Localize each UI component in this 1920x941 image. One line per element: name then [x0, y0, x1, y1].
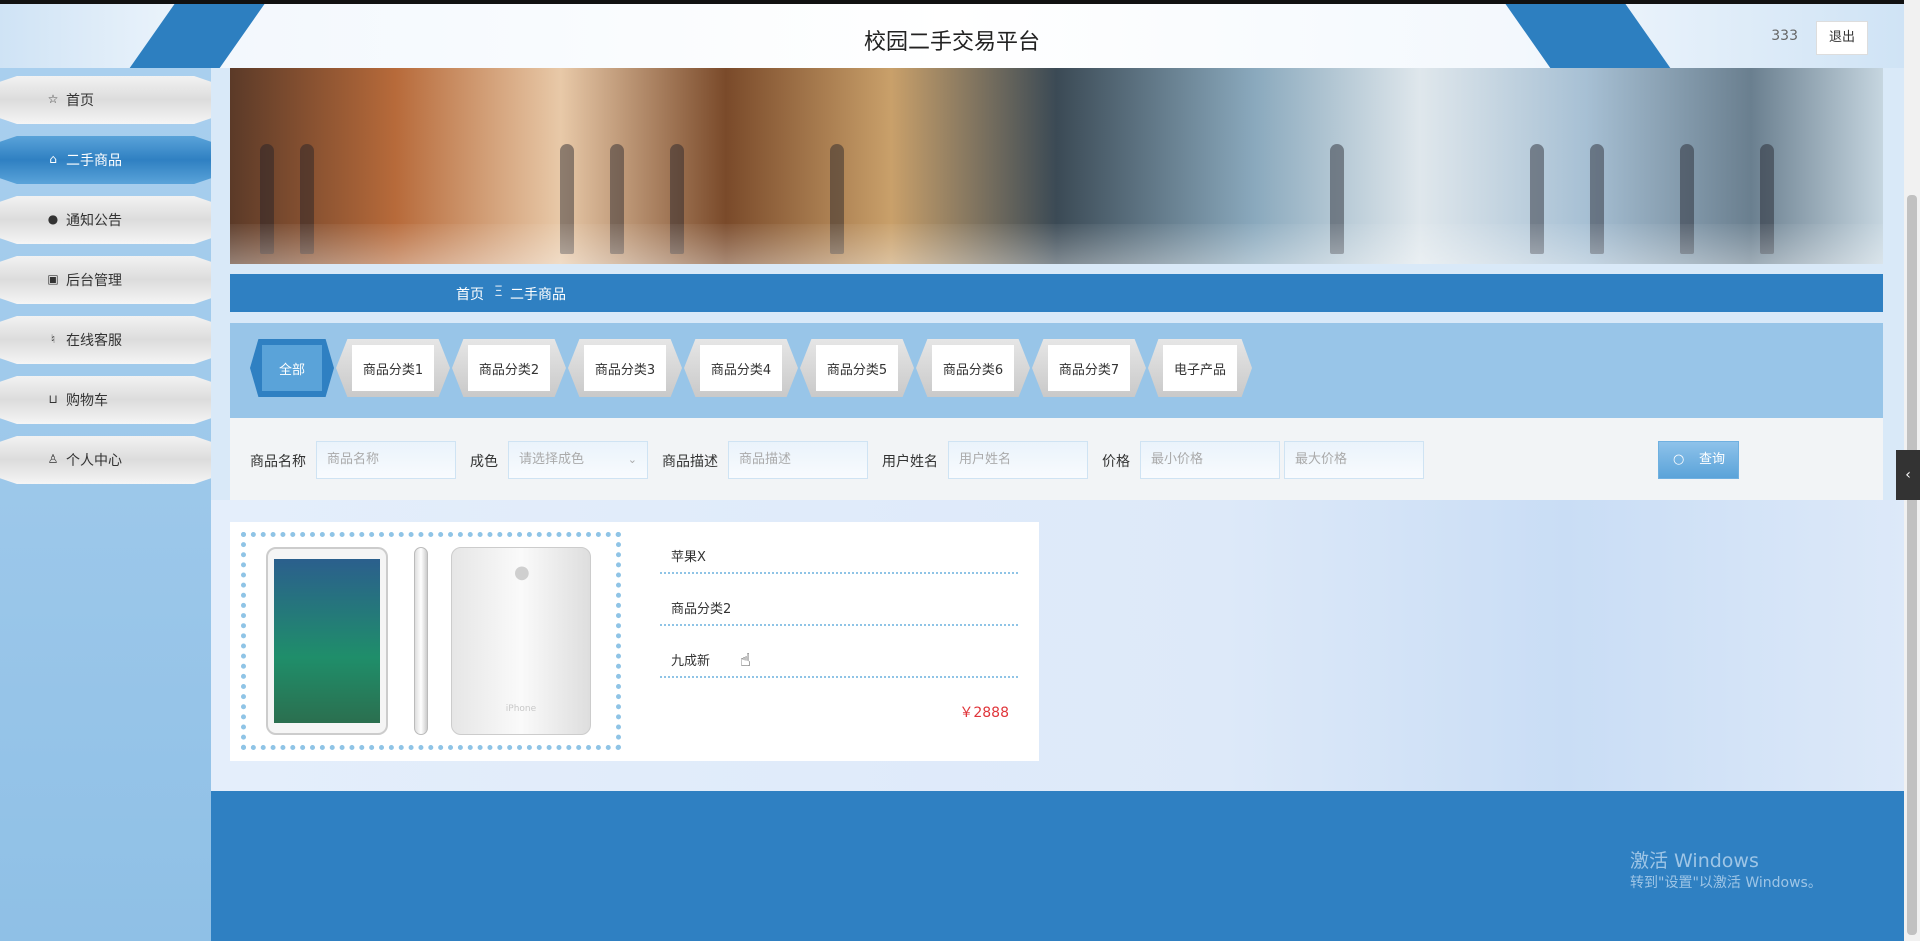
condition-label: 成色 — [470, 454, 498, 470]
category-tab[interactable]: 商品分类3 — [568, 339, 682, 397]
search-icon: ○ — [1673, 452, 1685, 467]
sidebar: ☆ 首页 ⌂ 二手商品 ● 通知公告 ▣ 后台管理 ♮ 在线客服 ⊔ 购物车 ♙ 个人中心 — [0, 68, 211, 941]
phone-back-image: ● iPhone — [451, 547, 591, 735]
sidebar-item-cart[interactable]: ⊔ 购物车 — [0, 376, 211, 424]
category-tab[interactable]: 电子产品 — [1148, 339, 1252, 397]
phone-front-image — [266, 547, 388, 735]
category-tab[interactable]: 商品分类4 — [684, 339, 798, 397]
name-input[interactable]: 商品名称 — [316, 441, 456, 479]
product-name-row: 苹果X — [660, 532, 1018, 574]
scrollbar-thumb[interactable] — [1907, 195, 1917, 935]
alert-icon: ● — [47, 212, 59, 226]
chevron-down-icon: ⌄ — [627, 453, 637, 466]
cart-icon: ⊔ — [48, 392, 58, 406]
activation-watermark-title: 激活 Windows — [1630, 850, 1759, 872]
price-label: 价格 — [1102, 454, 1130, 470]
user-icon: ♙ — [47, 452, 59, 466]
product-category-row: 商品分类2 — [660, 584, 1018, 626]
sidebar-item-label: 首页 — [66, 93, 94, 109]
name-label: 商品名称 — [250, 454, 306, 470]
desc-input[interactable]: 商品描述 — [728, 441, 868, 479]
product-condition-row: 九成新 — [660, 636, 1018, 678]
sidebar-item-label: 在线客服 — [66, 333, 122, 349]
product-price: ￥2888 — [959, 705, 1009, 721]
logout-button[interactable]: 退出 — [1816, 21, 1868, 55]
star-icon: ☆ — [47, 92, 59, 106]
category-tab[interactable]: 商品分类6 — [916, 339, 1030, 397]
sidebar-item-label: 二手商品 — [66, 153, 122, 169]
username: 333 — [1771, 28, 1798, 44]
hand-cursor-icon: ☝ — [740, 650, 751, 671]
condition-select[interactable]: 请选择成色 ⌄ — [508, 441, 648, 479]
chevron-left-icon: ‹ — [1905, 467, 1911, 483]
apple-logo-icon: ● — [514, 562, 530, 583]
min-price-input[interactable]: 最小价格 — [1140, 441, 1280, 479]
phone-side-image — [414, 547, 428, 735]
category-tab[interactable]: 商品分类1 — [336, 339, 450, 397]
sidebar-item-label: 购物车 — [66, 393, 108, 409]
bag-icon: ⌂ — [49, 152, 57, 166]
product-name: 苹果X — [671, 550, 706, 565]
category-tab[interactable]: 商品分类2 — [452, 339, 566, 397]
breadcrumb-separator: Ξ — [494, 284, 503, 300]
category-tab[interactable]: 商品分类7 — [1032, 339, 1146, 397]
banner-image — [230, 68, 1883, 264]
sidebar-item-label: 通知公告 — [66, 213, 122, 229]
headset-icon: ♮ — [50, 332, 56, 346]
collapse-panel-button[interactable]: ‹ — [1896, 450, 1920, 500]
product-image[interactable]: ● iPhone — [241, 532, 621, 750]
sidebar-item-products[interactable]: ⌂ 二手商品 — [0, 136, 211, 184]
sidebar-item-notices[interactable]: ● 通知公告 — [0, 196, 211, 244]
box-icon: ▣ — [47, 272, 59, 286]
sidebar-item-home[interactable]: ☆ 首页 — [0, 76, 211, 124]
product-category: 商品分类2 — [671, 602, 732, 617]
sidebar-item-profile[interactable]: ♙ 个人中心 — [0, 436, 211, 484]
breadcrumb: 首页 Ξ 二手商品 — [230, 274, 1883, 312]
user-label: 用户姓名 — [882, 454, 938, 470]
product-condition: 九成新 — [671, 654, 711, 669]
top-bar: 校园二手交易平台 333 退出 — [0, 0, 1904, 68]
sidebar-item-admin[interactable]: ▣ 后台管理 — [0, 256, 211, 304]
product-card[interactable]: ● iPhone 苹果X 商品分类2 九成新 ￥2888 — [230, 522, 1039, 761]
sidebar-item-label: 后台管理 — [66, 273, 122, 289]
user-input[interactable]: 用户姓名 — [948, 441, 1088, 479]
filter-bar: 商品名称 商品名称 成色 请选择成色 ⌄ 商品描述 商品描述 用户姓名 用户姓名 … — [230, 418, 1883, 500]
activation-watermark-subtitle: 转到"设置"以激活 Windows。 — [1630, 875, 1822, 891]
sidebar-item-support[interactable]: ♮ 在线客服 — [0, 316, 211, 364]
category-bar: 全部 商品分类1 商品分类2 商品分类3 商品分类4 商品分类5 商品分类6 商… — [230, 323, 1883, 418]
desc-label: 商品描述 — [662, 454, 718, 470]
breadcrumb-home[interactable]: 首页 — [456, 284, 484, 304]
category-tab[interactable]: 商品分类5 — [800, 339, 914, 397]
site-title: 校园二手交易平台 — [863, 30, 1040, 55]
search-button[interactable]: ○ 查询 — [1658, 441, 1739, 479]
category-tab[interactable]: 全部 — [250, 339, 334, 397]
max-price-input[interactable]: 最大价格 — [1284, 441, 1424, 479]
sidebar-item-label: 个人中心 — [66, 453, 122, 469]
breadcrumb-current: 二手商品 — [510, 287, 566, 303]
